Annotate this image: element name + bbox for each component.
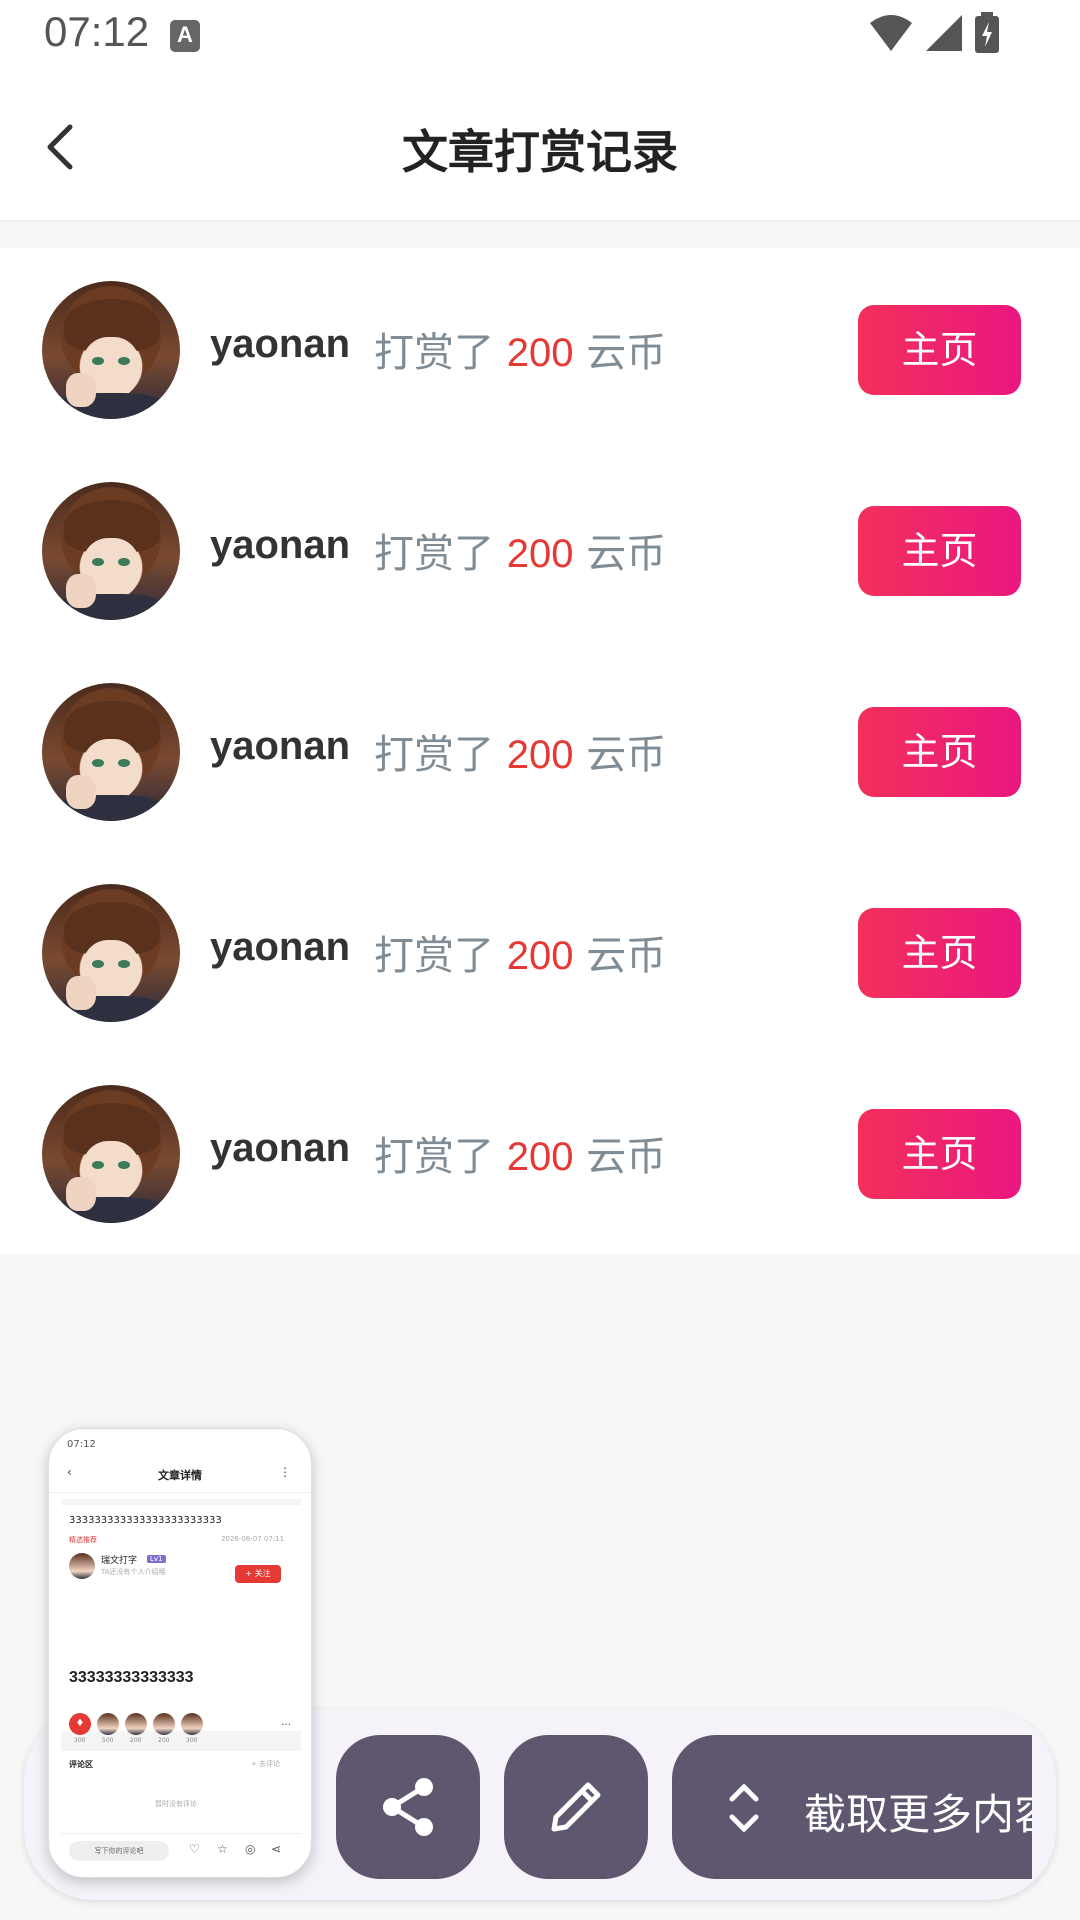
reward-list: yaonan 打赏了 200 云币 主页 yaonan 打赏了 200 云币 主… — [0, 248, 1080, 1254]
preview-more-icon: ⋮ — [279, 1465, 291, 1479]
preview-date: 2026-06-07 07:11 — [221, 1535, 285, 1543]
preview-comment-input: 写下你的评论吧 — [69, 1841, 169, 1861]
preview-level-badge: Lv1 — [147, 1555, 166, 1563]
preview-no-comments: 暂时没有评论 — [155, 1800, 197, 1808]
reward-amount: 200 — [506, 1135, 574, 1179]
reward-amount: 200 — [506, 733, 574, 777]
expand-icon — [729, 1783, 759, 1833]
avatar[interactable] — [42, 884, 180, 1022]
status-bar: 07:12 A — [0, 0, 1080, 72]
status-time: 07:12 — [44, 8, 150, 55]
reward-description: 打赏了 200 云币 — [374, 732, 667, 778]
home-page-button[interactable]: 主页 — [858, 506, 1021, 596]
list-item: yaonan 打赏了 200 云币 主页 — [0, 1052, 1080, 1253]
reward-amount: 200 — [506, 532, 574, 576]
preview-follow-button: + 关注 — [235, 1565, 281, 1583]
list-item: yaonan 打赏了 200 云币 主页 — [0, 248, 1080, 449]
preview-like-icon: ♡ — [189, 1842, 200, 1856]
share-icon — [383, 1778, 433, 1836]
preview-comment-action: + 去评论 — [251, 1760, 281, 1768]
home-page-button[interactable]: 主页 — [858, 305, 1021, 395]
avatar[interactable] — [42, 1085, 180, 1223]
screenshot-preview[interactable]: 07:12 ‹ 文章详情 ⋮ 333333333333333333333333 … — [48, 1428, 312, 1878]
reward-description: 打赏了 200 云币 — [374, 933, 667, 979]
preview-bottom-bar: 写下你的评论吧 ♡ ☆ ◎ ⋖ — [61, 1833, 301, 1867]
battery-icon — [975, 12, 999, 53]
reward-amount: 200 — [506, 934, 574, 978]
wifi-icon — [870, 15, 912, 51]
reward-description: 打赏了 200 云币 — [374, 1134, 667, 1180]
status-icons — [868, 12, 1000, 54]
preview-comment-section: 评论区 — [69, 1760, 93, 1769]
preview-coin-icon: ◎ — [245, 1842, 256, 1856]
preview-tag: 精选推荐 — [69, 1536, 97, 1544]
preview-more-dots: … — [281, 1717, 291, 1728]
preview-content: 33333333333333 — [69, 1669, 194, 1686]
preview-status-time: 07:12 — [67, 1439, 96, 1450]
home-page-button[interactable]: 主页 — [858, 707, 1021, 797]
preview-author-avatar — [69, 1553, 95, 1579]
avatar[interactable] — [42, 482, 180, 620]
capture-more-label: 截取更多内容 — [804, 1790, 1032, 1839]
capture-more-button[interactable]: 截取更多内容 — [672, 1735, 1032, 1879]
list-item: yaonan 打赏了 200 云币 主页 — [0, 449, 1080, 650]
username: yaonan — [210, 724, 351, 768]
pencil-icon — [551, 1782, 601, 1832]
username: yaonan — [210, 1126, 351, 1170]
home-page-button[interactable]: 主页 — [858, 908, 1021, 998]
preview-body: 333333333333333333333333 精选推荐 2026-06-07… — [61, 1499, 301, 1867]
reward-amount: 200 — [506, 331, 574, 375]
avatar[interactable] — [42, 683, 180, 821]
preview-star-icon: ☆ — [217, 1842, 228, 1856]
username: yaonan — [210, 925, 351, 969]
reward-description: 打赏了 200 云币 — [374, 531, 667, 577]
edit-button[interactable] — [504, 1735, 648, 1879]
home-page-button[interactable]: 主页 — [858, 1109, 1021, 1199]
username: yaonan — [210, 523, 351, 567]
signal-icon — [926, 15, 962, 51]
reward-description: 打赏了 200 云币 — [374, 330, 667, 376]
preview-article-title: 333333333333333333333333 — [69, 1515, 222, 1526]
page-title: 文章打赏记录 — [402, 125, 678, 179]
app-header: 文章打赏记录 — [0, 72, 1080, 222]
list-item: yaonan 打赏了 200 云币 主页 — [0, 851, 1080, 1052]
avatar[interactable] — [42, 281, 180, 419]
preview-title: 文章详情 — [158, 1469, 202, 1482]
notification-icon: A — [170, 20, 200, 52]
share-button[interactable] — [336, 1735, 480, 1879]
preview-author-desc: TA还没有个人介绍哦 — [101, 1568, 166, 1576]
list-item: yaonan 打赏了 200 云币 主页 — [0, 650, 1080, 851]
preview-author: 瑞文打字 — [101, 1556, 138, 1566]
username: yaonan — [210, 322, 351, 366]
preview-diamond-icon: ♦ — [69, 1713, 91, 1735]
preview-share-icon: ⋖ — [271, 1842, 282, 1856]
